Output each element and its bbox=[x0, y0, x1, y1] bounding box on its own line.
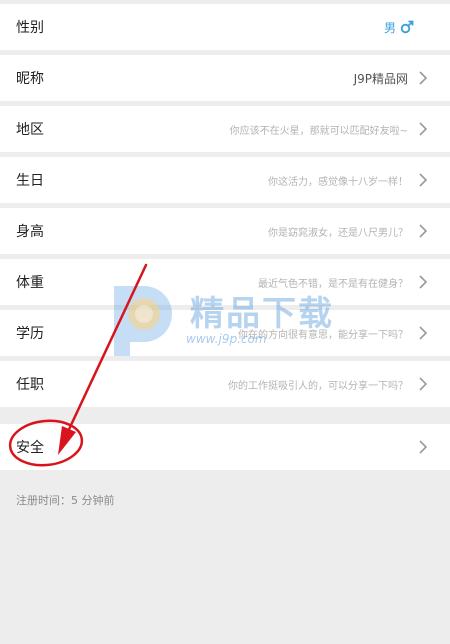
chevron-right-icon bbox=[419, 275, 428, 289]
row-label: 任职 bbox=[16, 377, 44, 393]
row-label: 学历 bbox=[16, 326, 44, 342]
registration-time: 注册时间：5 分钟前 bbox=[16, 494, 115, 507]
row-label: 性别 bbox=[16, 20, 44, 36]
section-gap bbox=[0, 412, 450, 424]
row-value: 你应该不在火星，那就可以匹配好友啦~ bbox=[229, 125, 408, 137]
profile-page: 性别 男 昵称 J9P精品网 地区 你应该不在火星，那就可以匹配好友啦~ 生日 … bbox=[0, 0, 450, 644]
row-value: 你是窈窕淑女，还是八尺男儿？ bbox=[268, 227, 408, 239]
gender-value: 男 bbox=[383, 20, 396, 35]
row-region[interactable]: 地区 你应该不在火星，那就可以匹配好友啦~ bbox=[0, 106, 450, 152]
row-height[interactable]: 身高 你是窈窕淑女，还是八尺男儿？ bbox=[0, 208, 450, 254]
row-job[interactable]: 任职 你的工作挺吸引人的，可以分享一下吗？ bbox=[0, 361, 450, 407]
male-icon bbox=[400, 20, 414, 34]
row-label: 生日 bbox=[16, 173, 44, 189]
chevron-right-icon bbox=[419, 377, 428, 391]
row-label: 身高 bbox=[16, 224, 44, 240]
chevron-right-icon bbox=[419, 71, 428, 85]
watermark-title: 精品下载 bbox=[190, 294, 334, 334]
watermark-url: www.j9p.com bbox=[186, 332, 267, 346]
row-label: 昵称 bbox=[16, 71, 44, 87]
row-safety[interactable]: 安全 bbox=[0, 424, 450, 470]
row-birthday[interactable]: 生日 你这活力，感觉像十八岁一样！ bbox=[0, 157, 450, 203]
chevron-right-icon bbox=[419, 173, 428, 187]
row-gender[interactable]: 性别 男 bbox=[0, 4, 450, 50]
chevron-right-icon bbox=[419, 122, 428, 136]
chevron-right-icon bbox=[419, 440, 428, 454]
row-label: 安全 bbox=[16, 440, 44, 456]
row-value: J9P精品网 bbox=[353, 71, 408, 86]
row-value: 你的工作挺吸引人的，可以分享一下吗？ bbox=[228, 380, 408, 392]
chevron-right-icon bbox=[419, 326, 428, 340]
chevron-right-icon bbox=[419, 224, 428, 238]
row-value: 男 bbox=[384, 19, 428, 36]
row-label: 体重 bbox=[16, 275, 44, 291]
row-label: 地区 bbox=[16, 122, 44, 138]
row-nickname[interactable]: 昵称 J9P精品网 bbox=[0, 55, 450, 101]
row-value: 你这活力，感觉像十八岁一样！ bbox=[268, 176, 408, 188]
